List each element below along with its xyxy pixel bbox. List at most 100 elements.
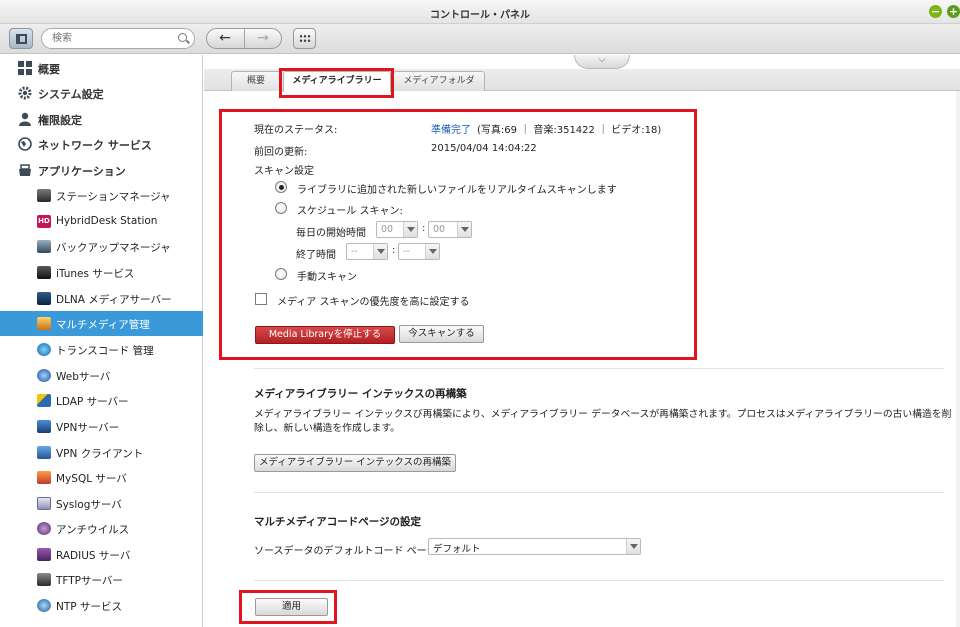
forward-arrow-icon[interactable]: → xyxy=(245,30,281,48)
vpn-client-icon xyxy=(37,446,51,459)
sidebar-item-label: アンチウイルス xyxy=(56,524,130,536)
sidebar-item-label: ネットワーク サービス xyxy=(38,139,152,152)
sidebar-item-mysql-server[interactable]: MySQL サーバ xyxy=(0,465,203,490)
divider xyxy=(254,580,944,581)
sidebar-item-label: トランスコード 管理 xyxy=(56,345,154,357)
schedule-scan-radio[interactable] xyxy=(275,202,287,214)
window-title: コントロール・パネル xyxy=(430,10,530,21)
realtime-scan-radio[interactable] xyxy=(275,181,287,193)
search-box[interactable] xyxy=(41,28,195,49)
sidebar-item-label: TFTPサーバー xyxy=(56,575,123,587)
rebuild-index-button[interactable]: メディアライブラリー インテックスの再構築 xyxy=(254,454,456,472)
main-panel: ⌵ 概要 メディアライブラリー メディアフォルダ 現在のステータス: 準備完了 … xyxy=(204,55,960,627)
sidebar-item-hybriddesk-station[interactable]: HD HybridDesk Station xyxy=(0,209,203,234)
tab-overview[interactable]: 概要 xyxy=(231,71,281,91)
tab-media-library[interactable]: メディアライブラリー xyxy=(283,71,391,92)
time-colon: : xyxy=(422,223,426,234)
sidebar-item-label: HybridDesk Station xyxy=(56,215,158,227)
sidebar-item-vpn-server[interactable]: VPNサーバー xyxy=(0,414,203,439)
sidebar-item-label: Webサーバ xyxy=(56,371,111,383)
syslog-icon xyxy=(37,497,51,510)
search-icon[interactable] xyxy=(178,33,187,42)
sidebar-item-label: RADIUS サーバ xyxy=(56,550,131,562)
sidebar-item-syslog-server[interactable]: Syslogサーバ xyxy=(0,491,203,516)
start-time-label: 毎日の開始時間 xyxy=(296,228,366,239)
sidebar-item-label: アプリケーション xyxy=(38,165,126,178)
sidebar-item-web-server[interactable]: Webサーバ xyxy=(0,363,203,388)
sidebar-item-station-manager[interactable]: ステーションマネージャ xyxy=(0,183,203,208)
back-arrow-icon[interactable]: ← xyxy=(207,30,243,48)
collapse-toggle[interactable]: ⌵ xyxy=(574,55,630,69)
sidebar-item-ldap-server[interactable]: LDAP サーバー xyxy=(0,388,203,413)
sidebar-item-transcode-management[interactable]: トランスコード 管理 xyxy=(0,337,203,362)
start-minute-value: 00 xyxy=(433,224,446,235)
sidebar-item-label: NTP サービス xyxy=(56,601,122,613)
globe-icon xyxy=(18,137,32,151)
sidebar-item-label: 権限設定 xyxy=(38,114,82,127)
realtime-scan-label: ライブラリに追加された新しいファイルをリアルタイムスキャンします xyxy=(297,185,617,196)
codepage-select[interactable]: デフォルト xyxy=(428,538,641,555)
sidebar: 概要 システム設定 権限設定 ネットワーク サービス アプリケーション ステーシ… xyxy=(0,55,203,627)
ntp-icon xyxy=(37,599,51,612)
gear-icon xyxy=(18,86,32,100)
chevron-down-icon: ⌵ xyxy=(598,55,606,65)
stop-media-library-button[interactable]: Media Libraryを停止する xyxy=(255,326,395,344)
sidebar-item-dlna-media-server[interactable]: DLNA メディアサーバー xyxy=(0,286,203,311)
sidebar-item-label: 概要 xyxy=(38,63,60,76)
dlna-icon xyxy=(37,292,51,305)
scrollbar-track[interactable] xyxy=(956,91,960,627)
sidebar-item-overview[interactable]: 概要 xyxy=(0,56,203,80)
end-hour-value: -- xyxy=(351,246,358,257)
web-server-icon xyxy=(37,369,51,382)
sidebar-item-label: システム設定 xyxy=(38,88,104,101)
manual-scan-radio[interactable] xyxy=(275,268,287,280)
last-update-label: 前回の更新: xyxy=(254,147,308,158)
start-minute-select[interactable]: 00 xyxy=(428,221,472,238)
end-time-label: 終了時間 xyxy=(296,250,336,261)
sidebar-item-backup-manager[interactable]: バックアップマネージャ xyxy=(0,234,203,259)
search-input[interactable] xyxy=(52,31,172,46)
sidebar-item-label: ステーションマネージャ xyxy=(56,191,171,203)
sidebar-toggle-button[interactable] xyxy=(9,28,33,49)
sidebar-item-network-services[interactable]: ネットワーク サービス xyxy=(0,132,203,156)
sidebar-item-label: VPN クライアント xyxy=(56,448,144,460)
panel-icon xyxy=(16,34,27,44)
grid-view-button[interactable] xyxy=(293,28,316,49)
divider xyxy=(254,492,944,493)
sidebar-item-privileges[interactable]: 権限設定 xyxy=(0,107,203,131)
chevron-down-icon xyxy=(457,222,471,237)
sidebar-item-multimedia-management[interactable]: マルチメディア管理 xyxy=(0,311,203,336)
toolbar: ← → xyxy=(0,24,960,54)
schedule-scan-label: スケジュール スキャン: xyxy=(297,206,403,217)
sidebar-item-tftp-server[interactable]: TFTPサーバー xyxy=(0,567,203,592)
high-priority-label: メディア スキャンの優先度を高に設定する xyxy=(277,297,470,308)
end-hour-select[interactable]: -- xyxy=(346,243,388,260)
end-minute-select[interactable]: -- xyxy=(398,243,440,260)
overview-icon xyxy=(18,61,32,75)
tftp-icon xyxy=(37,573,51,586)
maximize-icon[interactable]: + xyxy=(947,5,960,18)
current-status-value[interactable]: 準備完了 xyxy=(431,121,471,136)
minimize-icon[interactable]: − xyxy=(929,5,942,18)
sidebar-item-vpn-client[interactable]: VPN クライアント xyxy=(0,440,203,465)
sidebar-item-ntp-service[interactable]: NTP サービス xyxy=(0,593,203,618)
sidebar-item-system-settings[interactable]: システム設定 xyxy=(0,81,203,105)
scan-settings-title: スキャン設定 xyxy=(254,166,314,177)
applications-icon xyxy=(19,164,31,176)
antivirus-icon xyxy=(37,522,51,535)
apply-button[interactable]: 適用 xyxy=(255,598,328,616)
backup-icon xyxy=(37,240,51,253)
chevron-down-icon xyxy=(403,222,417,237)
sidebar-item-applications[interactable]: アプリケーション xyxy=(0,158,203,182)
sidebar-item-radius-server[interactable]: RADIUS サーバ xyxy=(0,542,203,567)
vpn-server-icon xyxy=(37,420,51,433)
high-priority-checkbox[interactable] xyxy=(255,293,267,305)
time-colon: : xyxy=(392,245,396,256)
sidebar-item-antivirus[interactable]: アンチウイルス xyxy=(0,516,203,541)
sidebar-item-itunes-service[interactable]: iTunes サービス xyxy=(0,260,203,285)
codepage-section-title: マルチメディアコードページの設定 xyxy=(254,516,422,528)
tab-media-folder[interactable]: メディアフォルダ xyxy=(393,71,485,91)
start-hour-select[interactable]: 00 xyxy=(376,221,418,238)
mysql-icon xyxy=(37,471,51,484)
scan-now-button[interactable]: 今スキャンする xyxy=(399,325,484,343)
